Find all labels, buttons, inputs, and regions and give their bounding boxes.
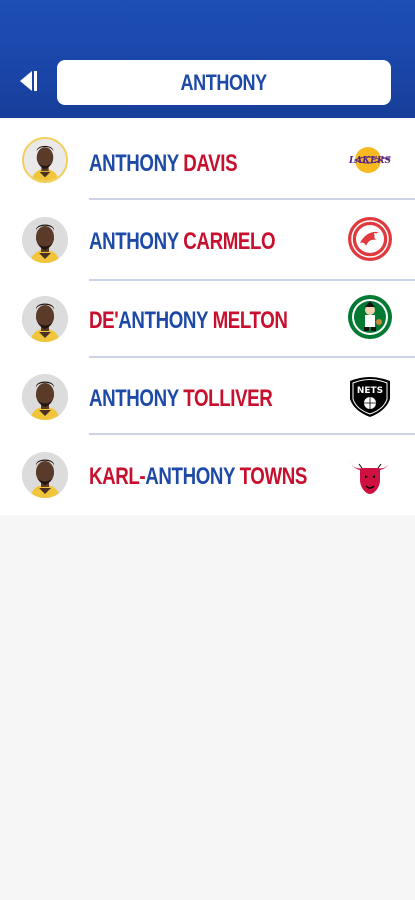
player-name: KARL-ANTHONY TOWNS <box>89 465 307 489</box>
player-first-name: KARL- <box>89 463 146 490</box>
list-item[interactable]: DE'ANTHONY MELTON <box>0 281 415 358</box>
player-first-name: DE' <box>89 307 119 334</box>
nets-logo-icon: NETS <box>346 371 394 419</box>
avatar <box>22 217 68 263</box>
avatar <box>22 296 68 342</box>
app-header: ANTHONY <box>0 0 415 118</box>
row-divider <box>89 198 415 200</box>
avatar <box>22 137 68 183</box>
player-last-name: DAVIS <box>183 150 238 177</box>
row-divider <box>89 433 415 435</box>
player-first-name: ANTHONY <box>89 150 184 177</box>
player-name: ANTHONY CARMELO <box>89 228 276 255</box>
results-list: ANTHONY DAVIS LAKERS ANTHONY CARMELO DE'… <box>0 118 415 515</box>
bulls-logo-icon <box>346 450 394 498</box>
player-first-name: ANTHONY <box>89 228 184 255</box>
player-last-name: TOLLIVER <box>183 385 273 412</box>
hawks-logo-icon <box>346 215 394 263</box>
search-query-text: ANTHONY <box>180 69 268 95</box>
player-name: DE'ANTHONY MELTON <box>89 309 288 333</box>
list-item[interactable]: ANTHONY DAVIS LAKERS <box>0 123 415 200</box>
back-bar-icon <box>33 71 37 91</box>
player-name: ANTHONY TOLLIVER <box>89 385 273 412</box>
empty-area <box>0 515 415 900</box>
player-first-name: ANTHONY <box>89 385 184 412</box>
list-item[interactable]: KARL-ANTHONY TOWNS <box>0 436 415 513</box>
back-arrow-icon <box>19 71 32 91</box>
avatar <box>22 374 68 420</box>
lakers-logo-icon: LAKERS <box>346 136 394 184</box>
player-middle-name: ANTHONY <box>145 463 240 490</box>
player-middle-name: ANTHONY <box>118 307 213 334</box>
player-last-name: TOWNS <box>239 463 308 490</box>
back-button[interactable] <box>14 66 44 96</box>
nets-logo-text: NETS <box>357 386 383 396</box>
player-last-name: MELTON <box>212 307 288 334</box>
list-item[interactable]: ANTHONY TOLLIVER NETS <box>0 358 415 435</box>
player-name: ANTHONY DAVIS <box>89 150 238 177</box>
player-last-name: CARMELO <box>183 228 276 255</box>
celtics-logo-icon <box>346 293 394 341</box>
avatar <box>22 452 68 498</box>
search-input[interactable]: ANTHONY <box>57 60 391 105</box>
list-item[interactable]: ANTHONY CARMELO <box>0 201 415 278</box>
